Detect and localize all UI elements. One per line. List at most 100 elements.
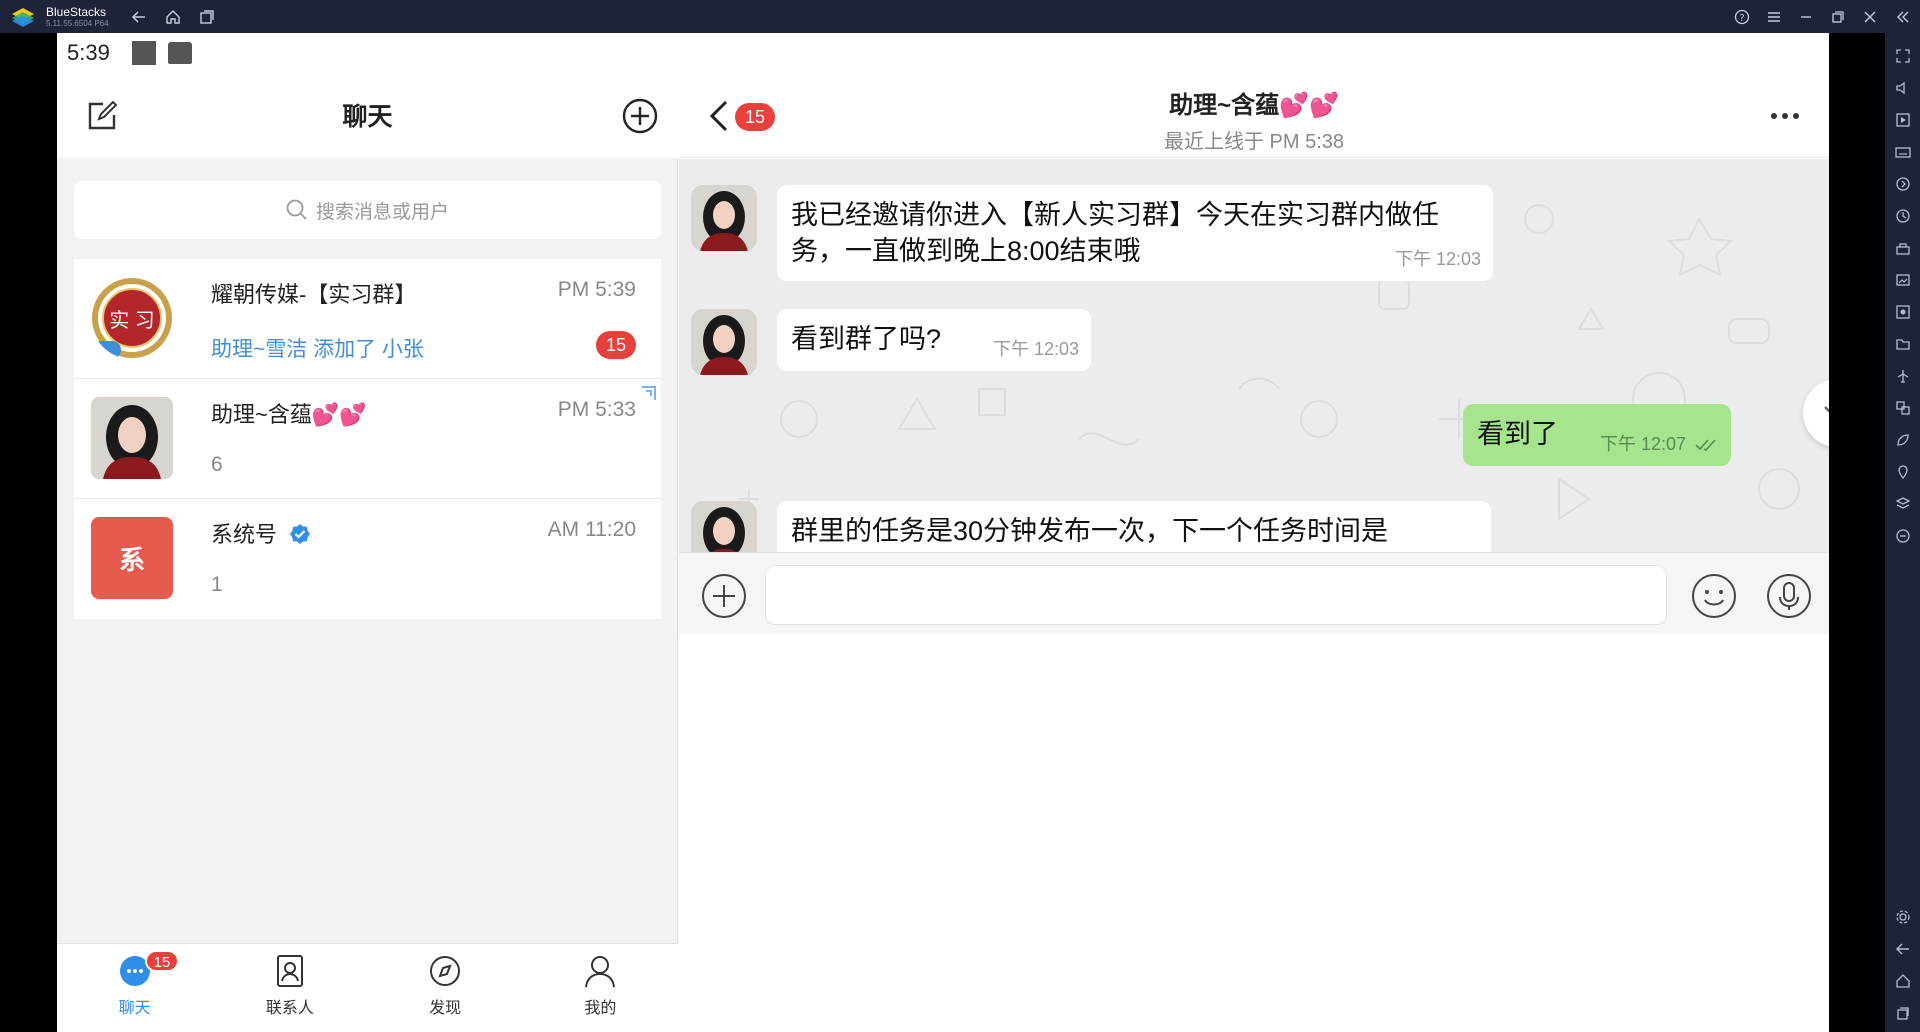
contacts-icon xyxy=(276,955,303,987)
nav-chat[interactable]: 15 聊天 xyxy=(57,944,212,1032)
microphone-icon[interactable] xyxy=(1766,573,1812,624)
message-bubble-incoming[interactable]: 群里的任务是30分钟发布一次，下一个任务时间是 xyxy=(777,501,1491,552)
nav-chat-badge: 15 xyxy=(145,950,179,972)
chat-name: 耀朝传媒-【实习群】 xyxy=(211,282,417,307)
bluestacks-logo-icon xyxy=(10,6,36,28)
chevron-down-icon xyxy=(1824,406,1829,413)
page-title: 聊天 xyxy=(342,103,393,131)
add-circle-icon[interactable] xyxy=(622,98,658,139)
nav-label: 我的 xyxy=(584,1000,617,1017)
message-input[interactable] xyxy=(765,565,1667,625)
nav-me[interactable]: 我的 xyxy=(523,944,678,1032)
notification-square-icon xyxy=(131,41,156,65)
settings-gear-icon[interactable] xyxy=(1894,908,1912,926)
android-back-icon[interactable] xyxy=(1894,940,1912,958)
android-home-icon[interactable] xyxy=(1894,972,1912,990)
chat-name-row: 系统号 xyxy=(211,517,311,549)
conversation-header: 15 助理~含蕴💕💕 最近上线于 PM 5:38 xyxy=(679,73,1829,158)
message-text: 群里的任务是30分钟发布一次，下一个任务时间是 xyxy=(791,516,1389,546)
screenshot-icon[interactable] xyxy=(1894,271,1912,289)
emulator-left-margin xyxy=(0,33,57,1032)
chat-time: PM 5:39 xyxy=(557,278,636,301)
chat-item-intern-group[interactable]: 实 习 耀朝传媒-【实习群】 PM 5:39 助理~雪洁 添加了 小张 15 xyxy=(74,259,661,379)
location-icon[interactable] xyxy=(1894,463,1912,481)
nav-discover[interactable]: 发现 xyxy=(368,944,523,1032)
conversation-pane: 15 助理~含蕴💕💕 最近上线于 PM 5:38 我已经邀请你进入【新人实习群】… xyxy=(679,33,1829,1032)
macro-icon[interactable] xyxy=(1894,175,1912,193)
volume-icon[interactable] xyxy=(1894,79,1912,97)
chat-preview: 1 xyxy=(211,573,223,596)
keyboard-icon[interactable] xyxy=(1894,143,1912,161)
app-name: BlueStacks xyxy=(46,4,107,19)
multi-window-icon[interactable] xyxy=(1894,399,1912,417)
eco-mode-icon[interactable] xyxy=(1894,431,1912,449)
nav-label: 联系人 xyxy=(265,1000,314,1017)
restore-icon[interactable] xyxy=(1830,9,1846,25)
message-bubble-incoming[interactable]: 我已经邀请你进入【新人实习群】今天在实习群内做任务，一直做到晚上8:00结束哦 … xyxy=(777,185,1493,281)
layers-icon[interactable] xyxy=(1894,495,1912,513)
home-icon[interactable] xyxy=(165,9,181,25)
folder-icon[interactable] xyxy=(1894,335,1912,353)
chat-list-pane: 5:39 聊天 搜索消息或用户 实 习 耀朝传媒-【实习群】 PM 5:39 助… xyxy=(57,33,678,1032)
last-seen-status: 最近上线于 PM 5:38 xyxy=(1163,131,1345,153)
group-type-icon xyxy=(91,341,121,359)
message-bubble-outgoing[interactable]: 看到了 下午 12:07 xyxy=(1463,404,1731,466)
conversation-title: 助理~含蕴💕💕 xyxy=(1169,92,1339,119)
close-icon[interactable] xyxy=(1862,9,1878,25)
notification-folder-icon xyxy=(167,42,192,64)
emulator-side-toolbar xyxy=(1885,33,1920,1032)
help-icon[interactable]: ? xyxy=(1734,9,1750,25)
sender-avatar[interactable] xyxy=(691,501,757,552)
message-area[interactable]: 我已经邀请你进入【新人实习群】今天在实习群内做任务，一直做到晚上8:00结束哦 … xyxy=(679,159,1829,552)
nav-label: 发现 xyxy=(429,1000,462,1017)
apk-icon[interactable] xyxy=(1894,239,1912,257)
bottom-navigation: 15 聊天 联系人 发现 我的 xyxy=(57,943,678,1032)
sender-avatar[interactable] xyxy=(691,185,757,251)
chat-name: 助理~含蕴💕💕 xyxy=(211,402,367,427)
user-avatar xyxy=(91,397,173,479)
chat-item-system[interactable]: 系 系统号 AM 11:20 1 xyxy=(74,499,661,619)
minimize-icon[interactable] xyxy=(1798,9,1814,25)
person-icon xyxy=(585,956,616,988)
collapse-sidebar-icon[interactable] xyxy=(1894,9,1910,25)
chat-time: PM 5:33 xyxy=(557,398,636,421)
media-icon[interactable] xyxy=(1894,111,1912,129)
message-time: 下午 12:03 xyxy=(992,339,1079,359)
message-text: 看到群了吗? xyxy=(791,324,942,354)
nav-label: 聊天 xyxy=(118,1000,151,1017)
read-checkmarks-icon xyxy=(1695,439,1716,451)
compass-icon xyxy=(430,956,461,986)
message-bubble-incoming[interactable]: 看到群了吗? 下午 12:03 xyxy=(777,309,1091,371)
status-time: 5:39 xyxy=(67,40,110,65)
message-text: 我已经邀请你进入【新人实习群】今天在实习群内做任务，一直做到晚上8:00结束哦 xyxy=(791,200,1439,266)
nav-contacts[interactable]: 联系人 xyxy=(212,944,367,1032)
message-input-bar xyxy=(679,552,1829,634)
sync-icon[interactable] xyxy=(1894,207,1912,225)
airplane-icon[interactable] xyxy=(1894,367,1912,385)
svg-text:?: ? xyxy=(1739,13,1744,24)
pin-corner-icon xyxy=(641,385,657,406)
record-icon[interactable] xyxy=(1894,303,1912,321)
chat-item-assistant[interactable]: 助理~含蕴💕💕 PM 5:33 6 xyxy=(74,379,661,499)
search-input[interactable]: 搜索消息或用户 xyxy=(74,181,661,239)
chat-name: 系统号 xyxy=(211,522,278,547)
message-time: 下午 12:03 xyxy=(1394,249,1481,269)
multi-instance-icon[interactable] xyxy=(199,9,215,25)
message-text: 看到了 xyxy=(1477,419,1558,449)
search-placeholder: 搜索消息或用户 xyxy=(315,201,449,223)
fullscreen-icon[interactable] xyxy=(1894,47,1912,65)
sender-avatar[interactable] xyxy=(691,309,757,375)
android-recents-icon[interactable] xyxy=(1894,1004,1912,1022)
emoji-icon[interactable] xyxy=(1691,573,1737,624)
chat-time: AM 11:20 xyxy=(547,518,636,541)
emulator-titlebar: BlueStacks 5.11.55.6504 P64 ? xyxy=(0,0,1920,33)
android-screen: 5:39 聊天 搜索消息或用户 实 习 耀朝传媒-【实习群】 PM 5:39 助… xyxy=(57,33,1829,1032)
menu-icon[interactable] xyxy=(1766,9,1782,25)
chat-preview: 助理~雪洁 添加了 小张 xyxy=(211,338,424,361)
chat-list-header: 聊天 xyxy=(57,73,678,158)
unread-badge: 15 xyxy=(596,331,636,359)
back-arrow-icon[interactable] xyxy=(131,9,147,25)
more-options-icon[interactable] xyxy=(1771,113,1799,119)
rotate-icon[interactable] xyxy=(1894,527,1912,545)
attach-plus-icon[interactable] xyxy=(701,573,747,624)
